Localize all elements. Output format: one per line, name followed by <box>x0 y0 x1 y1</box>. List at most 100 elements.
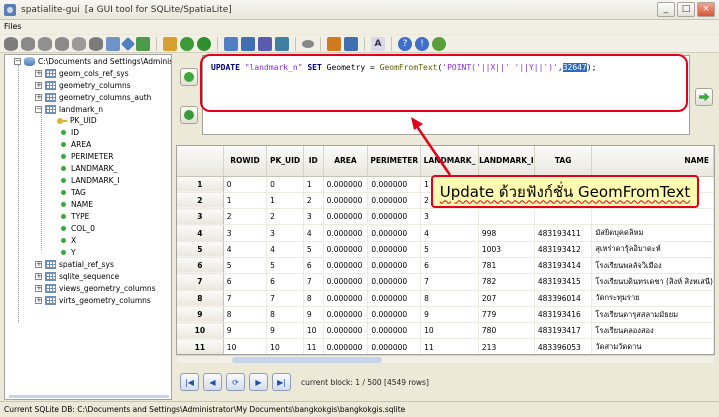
table-cell[interactable]: 0.000000 <box>367 241 422 258</box>
table-row[interactable]: 4 3 3 4 0.000000 0.000000 4 998 483193411 มัสยิดบ… <box>177 224 714 242</box>
table-cell[interactable]: 9 <box>303 306 324 324</box>
table-cell[interactable]: 781 <box>478 257 535 275</box>
tree-column-item[interactable]: Y <box>59 247 76 258</box>
tree-column-item[interactable]: LANDMARK_ <box>59 163 117 174</box>
table-cell[interactable]: 0.000000 <box>367 192 422 210</box>
create-db-icon[interactable] <box>38 36 52 51</box>
tree-table-item[interactable]: spatial_ref_sys <box>45 259 114 270</box>
table-cell[interactable]: 0.000000 <box>323 224 369 242</box>
table-cell[interactable]: 483193416 <box>534 306 593 324</box>
previous-block-button[interactable]: ◀ <box>203 373 222 391</box>
column-header[interactable]: LANDMARK_ <box>420 146 479 177</box>
table-cell[interactable]: 5 <box>223 257 268 275</box>
table-row[interactable]: 3 2 2 3 0.000000 0.000000 3 <box>177 208 714 226</box>
tree-column-item[interactable]: X <box>59 235 76 246</box>
table-cell[interactable]: 2 <box>266 208 304 226</box>
tree-expand-toggle[interactable]: + <box>35 82 42 89</box>
next-block-button[interactable]: ▶ <box>249 373 268 391</box>
row-number[interactable]: 11 <box>177 338 224 354</box>
tree-table-item[interactable]: sqlite_sequence <box>45 271 119 282</box>
tree-expand-toggle[interactable]: + <box>35 261 42 268</box>
table-cell[interactable]: 0.000000 <box>367 306 422 324</box>
tree-collapse-toggle[interactable]: − <box>35 106 42 113</box>
tree-column-item[interactable]: AREA <box>59 139 91 150</box>
table-cell[interactable]: 0.000000 <box>323 290 369 307</box>
row-number[interactable]: 6 <box>177 257 224 275</box>
table-cell[interactable]: 0.000000 <box>367 257 422 275</box>
export-icon[interactable] <box>197 36 211 51</box>
table-cell[interactable]: 483193412 <box>534 241 593 258</box>
db-tree-panel[interactable]: − C:\Documents and Settings\Adminis + ge… <box>4 54 172 400</box>
table-cell[interactable]: 8 <box>223 306 268 324</box>
table-cell[interactable]: 3 <box>223 224 268 242</box>
tree-table-item[interactable]: views_geometry_columns <box>45 283 156 294</box>
tree-expand-toggle[interactable]: + <box>35 94 42 101</box>
sql-history-back-button[interactable] <box>180 68 198 86</box>
table-cell[interactable]: 3 <box>303 208 324 226</box>
tree-column-item[interactable]: TAG <box>59 187 86 198</box>
table-cell[interactable]: 0.000000 <box>323 306 369 324</box>
table-cell[interactable]: 10 <box>303 322 324 340</box>
virtual-csv-icon[interactable] <box>163 36 177 51</box>
dump-icon[interactable] <box>224 36 238 51</box>
table-cell[interactable]: 483396053 <box>534 338 593 354</box>
scrollbar-thumb[interactable] <box>232 357 382 363</box>
row-number[interactable]: 10 <box>177 322 224 340</box>
crs-icon[interactable] <box>258 36 272 51</box>
table-cell[interactable]: 0.000000 <box>323 176 369 193</box>
minimize-button[interactable]: _ <box>657 2 675 17</box>
tree-table-item[interactable]: geometry_columns_auth <box>45 92 151 103</box>
table-cell[interactable]: 0.000000 <box>323 273 369 291</box>
table-cell[interactable]: 4 <box>420 224 479 242</box>
vacuum-icon[interactable] <box>89 36 103 51</box>
tree-column-item[interactable]: ID <box>59 127 79 138</box>
row-number[interactable]: 8 <box>177 290 224 307</box>
table-cell[interactable]: 0.000000 <box>323 208 369 226</box>
connect-db-icon[interactable] <box>4 36 18 51</box>
table-row[interactable]: 5 4 4 5 0.000000 0.000000 5 1003 483193412 สุเหร่… <box>177 241 714 258</box>
table-cell[interactable]: 3 <box>266 224 304 242</box>
table-row[interactable]: 6 5 5 6 0.000000 0.000000 6 781 483193414 โรงเรีย… <box>177 257 714 275</box>
table-cell[interactable]: 1003 <box>478 241 535 258</box>
info-icon[interactable]: ! <box>415 36 429 51</box>
table-cell[interactable]: 483193411 <box>534 224 593 242</box>
close-button[interactable]: × <box>697 2 715 17</box>
tree-column-item[interactable]: COL_0 <box>59 223 95 234</box>
tree-table-item[interactable]: geom_cols_ref_sys <box>45 68 129 79</box>
tree-expand-toggle[interactable]: + <box>35 70 42 77</box>
table-cell[interactable]: โรงเรียนคลองสอง <box>591 322 714 340</box>
tree-column-item[interactable]: TYPE <box>59 211 89 222</box>
column-header[interactable]: NAME <box>591 146 714 177</box>
row-number[interactable]: 3 <box>177 208 224 226</box>
table-cell[interactable]: โรงเรียนพลลัจวิเมือง <box>591 257 714 275</box>
tree-horizontal-scrollbar[interactable] <box>9 395 169 398</box>
table-cell[interactable]: 9 <box>223 322 268 340</box>
row-number[interactable]: 7 <box>177 273 224 291</box>
table-cell[interactable]: 4 <box>223 241 268 258</box>
table-cell[interactable]: 1 <box>223 192 268 210</box>
table-cell[interactable]: 8 <box>266 306 304 324</box>
column-header[interactable]: AREA <box>323 146 369 177</box>
table-cell[interactable]: 4 <box>303 224 324 242</box>
table-cell[interactable]: 483193415 <box>534 273 593 291</box>
table-cell[interactable]: 0 <box>266 176 304 193</box>
table-cell[interactable]: 7 <box>420 273 479 291</box>
row-number[interactable]: 9 <box>177 306 224 324</box>
row-number[interactable]: 1 <box>177 176 224 193</box>
table-cell[interactable]: โรงเรียนบดินทรเดชา (สิงห์ สิงหเสนี) <box>591 273 714 291</box>
table-cell[interactable]: 10 <box>420 322 479 340</box>
table-cell[interactable]: 11 <box>420 338 479 354</box>
tree-column-item[interactable]: NAME <box>59 199 93 210</box>
table-cell[interactable]: 782 <box>478 273 535 291</box>
table-cell[interactable]: 9 <box>420 306 479 324</box>
table-row[interactable]: 10 9 9 10 0.000000 0.000000 10 780 483193417 โรงเ… <box>177 322 714 340</box>
table-cell[interactable]: 7 <box>223 290 268 307</box>
execute-sql-button[interactable] <box>695 88 713 106</box>
table-cell[interactable]: 10 <box>266 338 304 354</box>
quit-icon[interactable] <box>432 36 446 51</box>
table-cell[interactable]: 2 <box>303 192 324 210</box>
table-cell[interactable] <box>534 208 593 226</box>
load-shp-icon[interactable] <box>120 36 136 51</box>
table-cell[interactable]: 779 <box>478 306 535 324</box>
table-cell[interactable]: 0 <box>223 176 268 193</box>
